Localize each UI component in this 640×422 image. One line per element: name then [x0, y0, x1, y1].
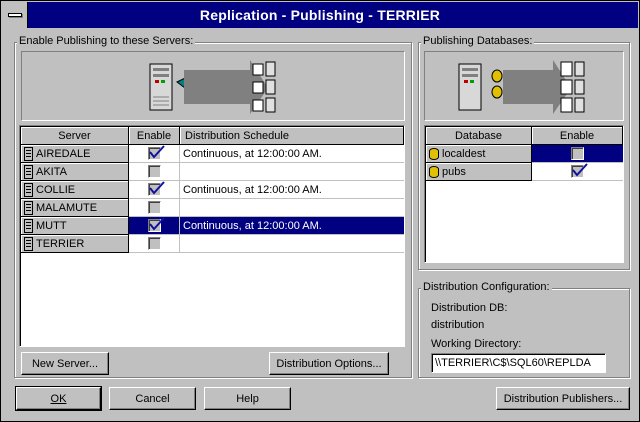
replication-publishing-dialog: Replication - Publishing - TERRIER Enabl…: [0, 0, 640, 422]
column-header-enable[interactable]: Enable: [129, 127, 180, 145]
help-button[interactable]: Help: [204, 387, 291, 410]
checkbox-checked[interactable]: [147, 181, 165, 196]
title-bar: Replication - Publishing - TERRIER: [2, 2, 638, 28]
server-row[interactable]: COLLIE Continuous, at 12:00:00 AM.: [21, 181, 404, 199]
new-server-label: New Server...: [31, 357, 99, 370]
database-name: localdest: [442, 147, 486, 160]
column-header-database[interactable]: Database: [426, 127, 532, 145]
distribution-db-value: distribution: [431, 319, 485, 331]
database-row[interactable]: localdest: [426, 145, 623, 163]
server-name: AKITA: [36, 165, 67, 178]
server-name: MALAMUTE: [36, 201, 98, 214]
server-name: AIREDALE: [36, 147, 91, 160]
distribution-config-label: Distribution Configuration:: [421, 281, 552, 293]
system-menu-button[interactable]: [2, 2, 28, 28]
ok-button[interactable]: OK: [15, 386, 102, 411]
distribution-options-label: Distribution Options...: [276, 357, 382, 370]
distribution-publishers-button[interactable]: Distribution Publishers...: [496, 387, 630, 410]
server-distribution-illustration: [21, 51, 405, 121]
system-menu-icon: [7, 13, 22, 17]
checkbox-checked[interactable]: [147, 145, 165, 160]
checkbox-unchecked[interactable]: [147, 201, 161, 214]
checkbox-unchecked[interactable]: [147, 237, 161, 250]
database-icon: [429, 165, 439, 178]
server-name-cell[interactable]: COLLIE: [21, 181, 129, 199]
server-enable-cell[interactable]: [129, 235, 180, 253]
database-row[interactable]: pubs: [426, 163, 623, 181]
server-row[interactable]: AIREDALE Continuous, at 12:00:00 AM.: [21, 145, 404, 163]
working-directory-field[interactable]: \\TERRIER\C$\SQL60\REPLDA: [431, 353, 606, 373]
window-title: Replication - Publishing - TERRIER: [199, 7, 441, 23]
working-directory-label: Working Directory:: [431, 338, 522, 350]
ok-label: OK: [50, 392, 67, 405]
checkbox-checked[interactable]: [571, 163, 588, 178]
server-row[interactable]: MALAMUTE: [21, 199, 404, 217]
column-header-db-enable[interactable]: Enable: [532, 127, 623, 145]
checkbox-unchecked[interactable]: [147, 165, 161, 178]
check-mark-icon: [148, 217, 165, 231]
publish-to-servers-icon: [149, 60, 276, 114]
server-icon: [24, 218, 33, 233]
server-enable-cell[interactable]: [129, 181, 180, 199]
server-schedule-cell[interactable]: [180, 199, 404, 217]
server-icon: [24, 146, 33, 161]
database-enable-cell[interactable]: [532, 145, 623, 163]
server-name-cell[interactable]: AKITA: [21, 163, 129, 181]
server-name-cell[interactable]: MALAMUTE: [21, 199, 129, 217]
checkbox-unchecked[interactable]: [571, 147, 584, 160]
publishing-databases-icon: [458, 60, 585, 114]
check-mark-icon: [572, 163, 588, 177]
check-mark-icon: [148, 181, 165, 195]
database-icon: [429, 147, 439, 160]
server-name: TERRIER: [36, 237, 85, 250]
server-enable-cell[interactable]: [129, 199, 180, 217]
databases-grid: Database Enable localdest pubs: [424, 125, 624, 263]
server-row[interactable]: AKITA: [21, 163, 404, 181]
server-enable-cell[interactable]: [129, 145, 180, 163]
server-name-cell[interactable]: TERRIER: [21, 235, 129, 253]
servers-group-label: Enable Publishing to these Servers:: [17, 35, 196, 47]
server-icon: [24, 182, 33, 197]
distribution-options-button[interactable]: Distribution Options...: [269, 352, 389, 375]
distribution-db-label: Distribution DB:: [431, 302, 508, 314]
server-name: COLLIE: [36, 183, 76, 196]
server-icon: [24, 200, 33, 215]
cancel-label: Cancel: [135, 392, 170, 405]
server-enable-cell[interactable]: [129, 163, 180, 181]
server-schedule-cell[interactable]: Continuous, at 12:00:00 AM.: [180, 181, 404, 199]
check-mark-icon: [148, 145, 165, 159]
server-schedule-cell[interactable]: Continuous, at 12:00:00 AM.: [180, 145, 404, 163]
database-name-cell[interactable]: pubs: [426, 163, 532, 181]
database-enable-cell[interactable]: [532, 163, 623, 181]
database-name: pubs: [442, 165, 466, 178]
distribution-publishers-label: Distribution Publishers...: [503, 392, 623, 405]
server-row[interactable]: MUTT Continuous, at 12:00:00 AM.: [21, 217, 404, 235]
column-header-schedule[interactable]: Distribution Schedule: [180, 127, 404, 145]
servers-grid: Server Enable Distribution Schedule AIRE…: [19, 125, 405, 347]
databases-group-label: Publishing Databases:: [421, 35, 535, 47]
server-enable-cell[interactable]: [129, 217, 180, 235]
server-schedule-cell[interactable]: Continuous, at 12:00:00 AM.: [180, 217, 404, 235]
server-name-cell[interactable]: AIREDALE: [21, 145, 129, 163]
server-schedule-cell[interactable]: [180, 235, 404, 253]
server-icon: [24, 164, 33, 179]
new-server-button[interactable]: New Server...: [21, 352, 109, 375]
checkbox-checked[interactable]: [147, 217, 165, 232]
server-row[interactable]: TERRIER: [21, 235, 404, 253]
server-name: MUTT: [36, 219, 67, 232]
cancel-button[interactable]: Cancel: [109, 387, 196, 410]
server-icon: [24, 236, 33, 251]
server-name-cell[interactable]: MUTT: [21, 217, 129, 235]
column-header-server[interactable]: Server: [21, 127, 129, 145]
server-schedule-cell[interactable]: [180, 163, 404, 181]
help-label: Help: [236, 392, 259, 405]
database-name-cell[interactable]: localdest: [426, 145, 532, 163]
database-illustration: [424, 51, 624, 121]
